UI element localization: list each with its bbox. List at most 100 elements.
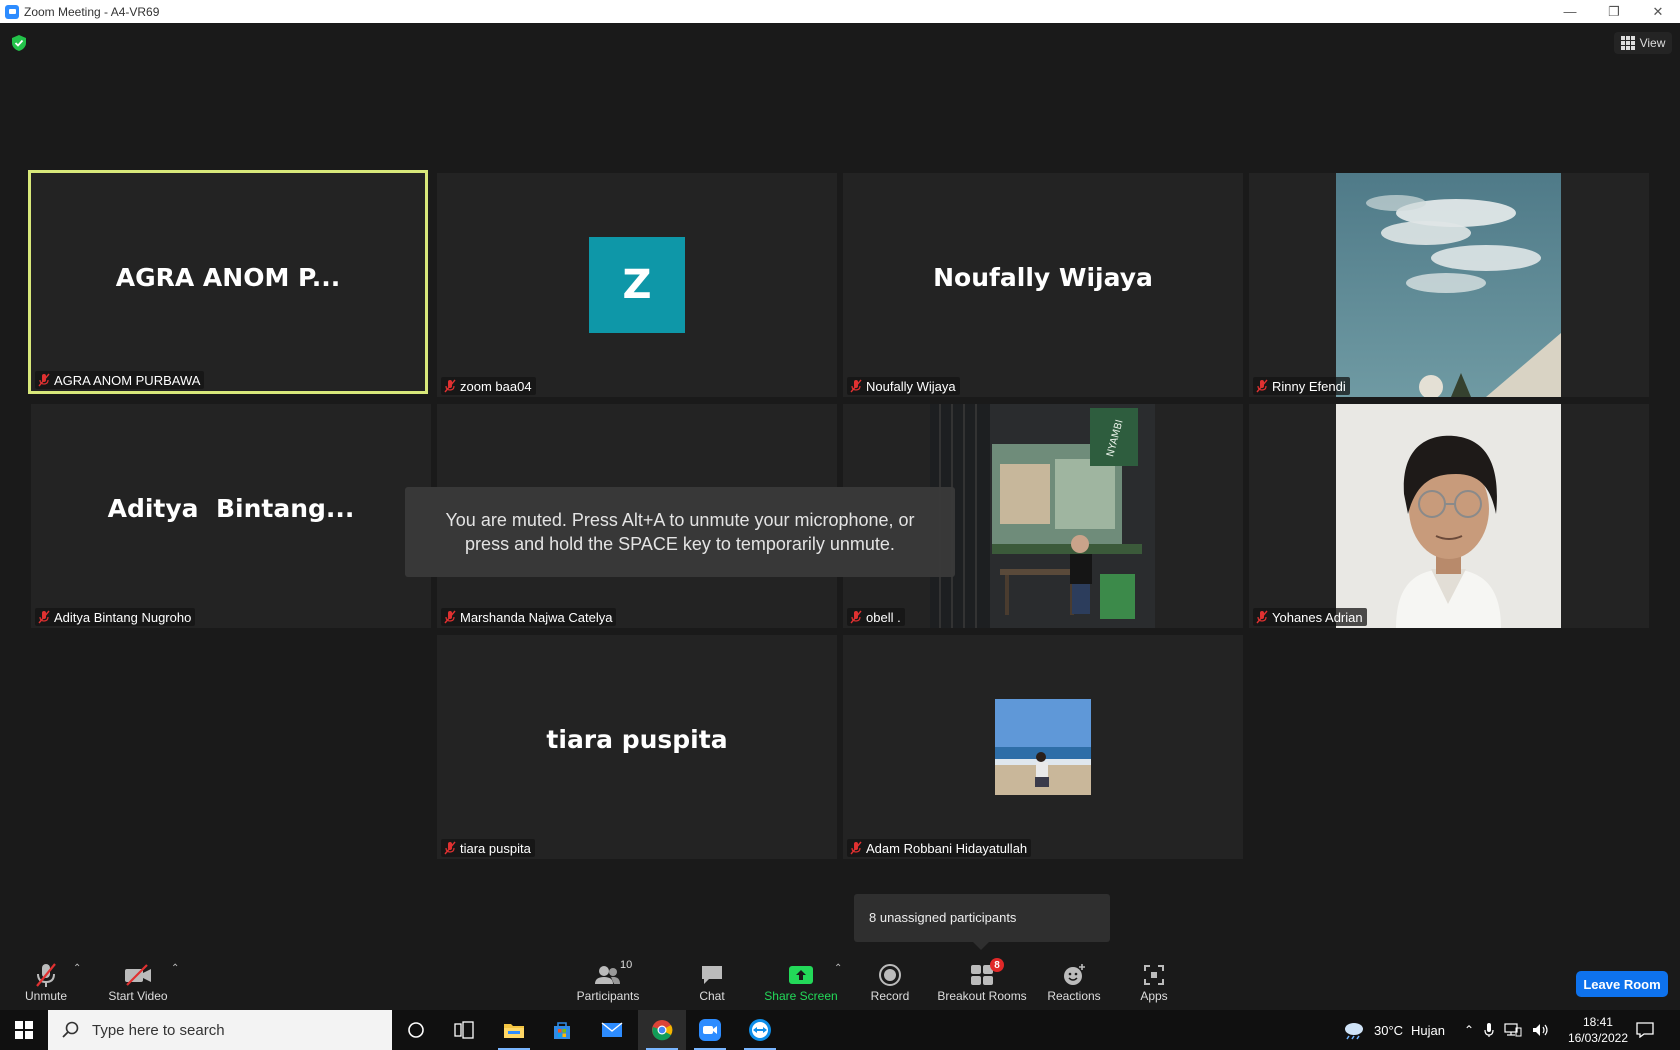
participant-display-name: tiara puspita [546, 725, 728, 754]
apps-icon [1144, 965, 1164, 985]
video-tile-tiara[interactable]: tiara puspita tiara puspita [437, 635, 837, 859]
avatar: Z [589, 237, 685, 333]
microsoft-store-taskbar-button[interactable] [538, 1010, 586, 1050]
muted-mic-icon [850, 841, 862, 855]
participant-label: Marshanda Najwa Catelya [441, 608, 617, 626]
participants-count: 10 [620, 959, 633, 971]
cortana-icon [408, 1022, 424, 1038]
chat-label: Chat [699, 989, 725, 1003]
weather-widget[interactable]: 30°C Hujan [1342, 1010, 1445, 1050]
muted-notification: You are muted. Press Alt+A to unmute you… [405, 487, 955, 577]
window-titlebar: Zoom Meeting - A4-VR69 — ❐ ✕ [0, 0, 1680, 23]
audio-options-chevron-icon[interactable]: ⌃ [73, 963, 81, 974]
breakout-rooms-button[interactable]: 8 Breakout Rooms [937, 958, 1027, 1003]
cortana-button[interactable] [392, 1010, 440, 1050]
video-tile-noufally[interactable]: Noufally Wijaya Noufally Wijaya [843, 173, 1243, 397]
window-title: Zoom Meeting - A4-VR69 [24, 4, 160, 19]
participant-label: zoom baa04 [441, 377, 536, 395]
start-button[interactable] [0, 1010, 48, 1050]
taskbar-search[interactable]: Type here to search [48, 1010, 392, 1050]
view-button[interactable]: View [1614, 32, 1672, 54]
breakout-rooms-label: Breakout Rooms [937, 989, 1027, 1003]
participant-name: AGRA ANOM PURBAWA [54, 372, 201, 388]
microphone-icon[interactable] [1484, 1022, 1494, 1038]
chrome-taskbar-button[interactable] [638, 1010, 686, 1050]
video-tile-adam[interactable]: Adam Robbani Hidayatullah [843, 635, 1243, 859]
close-button[interactable]: ✕ [1636, 0, 1680, 23]
profile-photo-person [1336, 404, 1561, 628]
zoom-taskbar-button[interactable] [686, 1010, 734, 1050]
profile-photo-cafe: NYAMBI [930, 404, 1155, 628]
view-button-label: View [1639, 36, 1666, 50]
apps-button[interactable]: Apps [1138, 961, 1170, 1003]
breakout-badge: 8 [990, 958, 1004, 972]
participant-label: Yohanes Adrian [1253, 608, 1367, 626]
video-off-icon [125, 964, 151, 986]
share-screen-icon [789, 966, 813, 984]
video-tile-agra[interactable]: AGRA ANOM P... AGRA ANOM PURBAWA [28, 170, 428, 394]
start-video-button[interactable]: Start Video [106, 961, 170, 1003]
minimize-button[interactable]: — [1548, 0, 1592, 23]
participant-label: Noufally Wijaya [847, 377, 960, 395]
participant-name: Yohanes Adrian [1272, 609, 1363, 625]
share-options-chevron-icon[interactable]: ⌃ [834, 963, 842, 974]
video-tile-aditya[interactable]: Aditya Bintang... Aditya Bintang Nugroho [31, 404, 431, 628]
leave-room-button[interactable]: Leave Room [1576, 971, 1668, 997]
participant-name: Adam Robbani Hidayatullah [866, 840, 1028, 856]
participant-name: obell . [866, 609, 901, 625]
video-options-chevron-icon[interactable]: ⌃ [171, 963, 179, 974]
muted-mic-icon [38, 610, 50, 624]
action-center-button[interactable] [1636, 1010, 1654, 1050]
zoom-logo-icon [5, 4, 19, 19]
network-icon[interactable] [1504, 1023, 1522, 1037]
weather-temp: 30°C [1374, 1022, 1404, 1038]
muted-mic-icon [444, 841, 456, 855]
unmute-button[interactable]: Unmute [18, 961, 74, 1003]
restore-button[interactable]: ❐ [1592, 0, 1636, 23]
show-hidden-icons-chevron-icon[interactable]: ⌃ [1464, 1023, 1474, 1037]
participant-label: obell . [847, 608, 905, 626]
video-tile-rinny[interactable]: Rinny Efendi [1249, 173, 1649, 397]
profile-photo-sky [1336, 173, 1561, 397]
participants-label: Participants [576, 989, 640, 1003]
participant-name: Aditya Bintang Nugroho [54, 609, 192, 625]
breakout-unassigned-tooltip: 8 unassigned participants [854, 894, 1110, 950]
participant-display-name: AGRA ANOM P... [115, 263, 341, 292]
chat-button[interactable]: Chat [692, 961, 732, 1003]
teamviewer-taskbar-button[interactable] [736, 1010, 784, 1050]
reactions-icon [1064, 964, 1085, 985]
share-screen-button[interactable]: Share Screen [764, 961, 838, 1003]
clock-time: 18:41 [1582, 1015, 1613, 1029]
chrome-icon [652, 1020, 673, 1041]
volume-icon[interactable] [1532, 1023, 1550, 1037]
file-explorer-icon [504, 1024, 524, 1038]
participant-label: Rinny Efendi [1253, 377, 1350, 395]
chat-icon [702, 966, 722, 984]
video-tile-zoom-baa04[interactable]: Z zoom baa04 [437, 173, 837, 397]
windows-logo-icon [15, 1021, 33, 1039]
participants-button[interactable]: 10 Participants [574, 959, 642, 1003]
clock-date: 16/03/2022 [1567, 1031, 1628, 1045]
record-label: Record [870, 989, 910, 1003]
task-view-button[interactable] [440, 1010, 488, 1050]
windows-taskbar: Type here to search 30°C Hujan ⌃ 18:41 1… [0, 1010, 1680, 1050]
muted-mic-icon [444, 610, 456, 624]
taskbar-clock[interactable]: 18:41 16/03/2022 [1568, 1014, 1628, 1046]
mail-taskbar-button[interactable] [588, 1010, 636, 1050]
participant-label: tiara puspita [441, 839, 535, 857]
record-button[interactable]: Record [870, 961, 910, 1003]
encryption-shield-icon[interactable] [12, 35, 26, 51]
mail-icon [601, 1022, 623, 1037]
muted-mic-icon [850, 610, 862, 624]
file-explorer-taskbar-button[interactable] [490, 1010, 538, 1050]
search-placeholder: Type here to search [92, 1021, 225, 1039]
reactions-button[interactable]: Reactions [1047, 961, 1101, 1003]
video-tile-yohanes[interactable]: Yohanes Adrian [1249, 404, 1649, 628]
search-icon [62, 1021, 79, 1038]
unmute-label: Unmute [24, 989, 68, 1003]
participant-display-name: Aditya Bintang... [107, 494, 355, 523]
start-video-label: Start Video [108, 989, 168, 1003]
participants-icon [595, 966, 620, 984]
weather-desc: Hujan [1411, 1022, 1446, 1038]
participant-label: Aditya Bintang Nugroho [35, 608, 196, 626]
